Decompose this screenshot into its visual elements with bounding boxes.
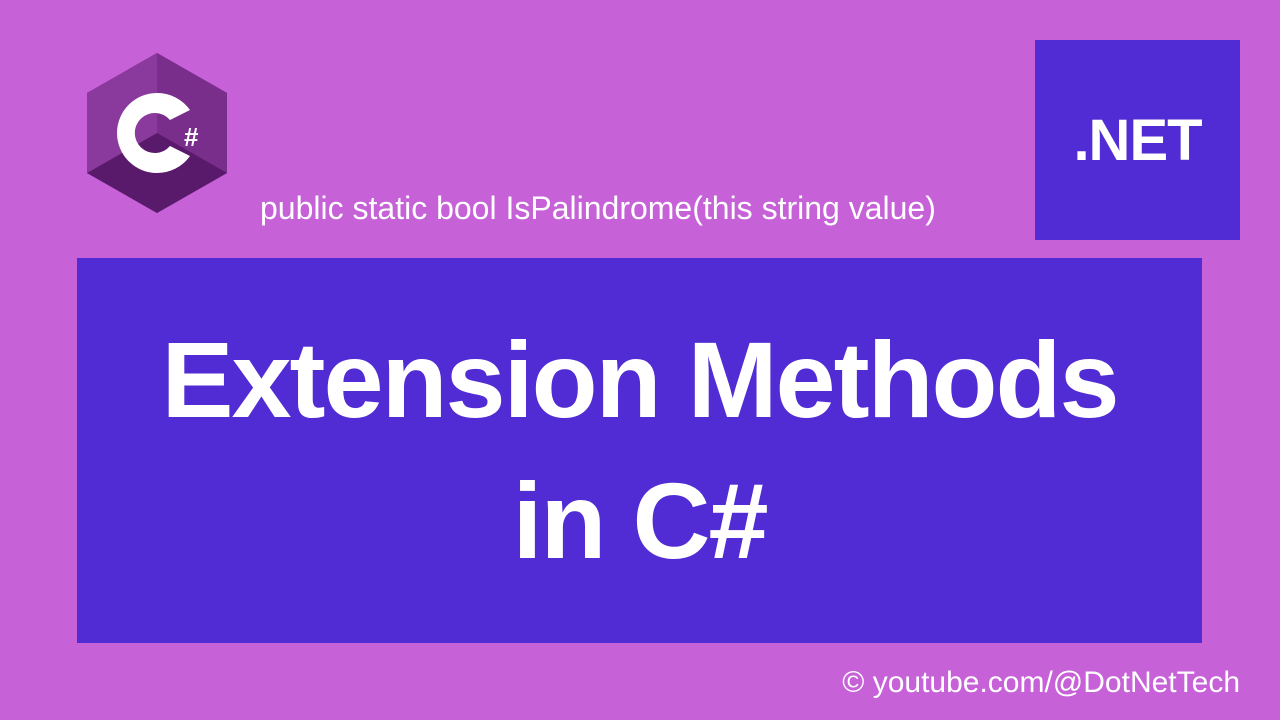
title-box: Extension Methods in C# [77, 258, 1202, 643]
dotnet-badge: .NET [1035, 40, 1240, 240]
dotnet-label: .NET [1073, 107, 1201, 174]
code-snippet: public static bool IsPalindrome(this str… [260, 190, 936, 227]
title-text: Extension Methods in C# [161, 310, 1117, 591]
title-line-1: Extension Methods [161, 319, 1117, 440]
credit-text: © youtube.com/@DotNetTech [842, 666, 1240, 700]
title-line-2: in C# [512, 460, 766, 581]
csharp-logo: # [82, 48, 232, 218]
svg-text:#: # [184, 122, 199, 152]
csharp-hexagon-icon: # [82, 48, 232, 218]
